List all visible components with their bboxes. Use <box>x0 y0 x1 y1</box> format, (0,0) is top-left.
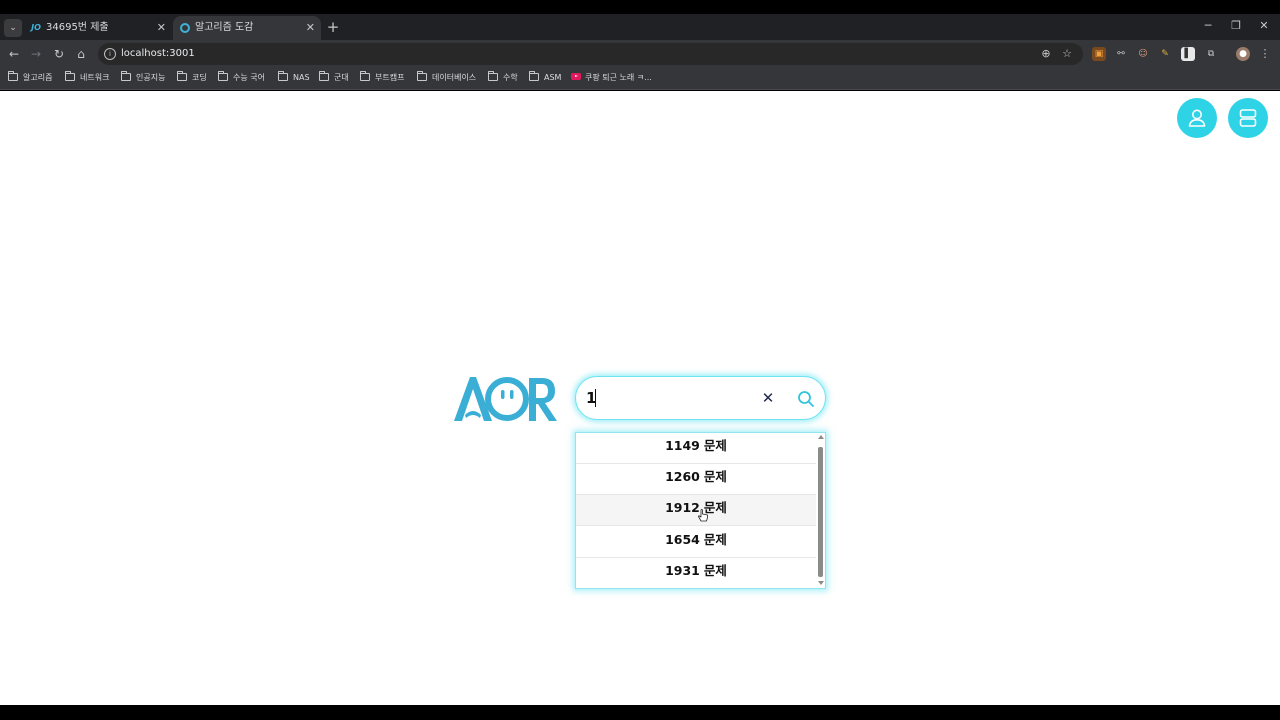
tab-title: 34695번 제출 <box>46 22 109 33</box>
scrollbar-thumb[interactable] <box>818 447 823 577</box>
bookmark-folder[interactable]: 코딩 <box>177 68 207 90</box>
bookmark-label: ASM <box>544 73 562 82</box>
hand-cursor-icon <box>698 509 708 522</box>
problem-number: 1149 <box>665 438 700 453</box>
tab-close-icon[interactable]: ✕ <box>157 16 166 40</box>
bookmark-label: 수학 <box>503 73 518 82</box>
extension-2-icon[interactable]: ⚯ <box>1114 47 1128 61</box>
folder-icon <box>121 71 131 81</box>
folder-icon <box>319 71 329 81</box>
bookmark-folder[interactable]: 수능 국어 <box>218 68 265 90</box>
server-menu-button[interactable] <box>1228 98 1268 138</box>
problem-number: 1912 <box>665 500 700 515</box>
tab-algorithm-dictionary[interactable]: 알고리즘 도감 ✕ <box>173 16 321 40</box>
problem-suffix: 문제 <box>703 563 727 578</box>
profile-button[interactable] <box>1177 98 1217 138</box>
youtube-icon <box>571 73 581 80</box>
search-icon[interactable] <box>796 389 816 409</box>
folder-icon <box>218 71 228 81</box>
bookmarks-bar: 알고리즘 네트워크 인공지능 코딩 수능 국어 NAS 군대 부트캠프 데이터베… <box>0 68 1280 90</box>
problem-search-box: ✕ <box>575 376 826 420</box>
tab-search-chevron-icon[interactable]: ⌄ <box>4 19 22 37</box>
window-close-icon[interactable]: ✕ <box>1256 18 1272 34</box>
new-tab-plus-icon[interactable]: + <box>326 19 340 35</box>
problem-suffix: 문제 <box>703 438 727 453</box>
suggestion-item[interactable]: 1654 문제 <box>576 527 816 558</box>
forward-arrow-icon[interactable]: → <box>27 45 45 63</box>
problem-number: 1654 <box>665 532 700 547</box>
bookmark-folder[interactable]: 부트캠프 <box>360 68 404 90</box>
zoom-icon[interactable]: ⊕ <box>1038 46 1054 62</box>
aor-logo <box>454 377 557 421</box>
tab-submission[interactable]: JO 34695번 제출 ✕ <box>24 16 172 40</box>
address-bar[interactable]: i localhost:3001 ⊕ ☆ <box>98 43 1083 65</box>
suggestion-item[interactable]: 1149 문제 <box>576 433 816 464</box>
browser-menu-icon[interactable]: ⋮ <box>1258 47 1272 61</box>
minimize-icon[interactable]: ─ <box>1200 18 1216 34</box>
bookmark-label: 인공지능 <box>136 73 166 82</box>
url-text[interactable]: localhost:3001 <box>121 43 195 65</box>
folder-icon <box>8 71 18 81</box>
extensions-puzzle-icon[interactable]: ⧉ <box>1204 47 1218 61</box>
extension-4-icon[interactable]: ✎ <box>1158 47 1172 61</box>
problem-suffix: 문제 <box>703 532 727 547</box>
scroll-up-arrow-icon[interactable] <box>818 435 824 439</box>
profile-avatar-icon[interactable]: ● <box>1236 47 1250 61</box>
bookmark-star-icon[interactable]: ☆ <box>1059 46 1075 62</box>
folder-icon <box>488 71 498 81</box>
extension-3-icon[interactable]: ☺ <box>1136 47 1150 61</box>
bookmark-folder[interactable]: 인공지능 <box>121 68 165 90</box>
folder-icon <box>529 71 539 81</box>
suggestion-item[interactable]: 1260 문제 <box>576 464 816 495</box>
extension-5-icon[interactable]: ▌ <box>1181 47 1195 61</box>
home-icon[interactable]: ⌂ <box>72 45 90 63</box>
screen: ⌄ JO 34695번 제출 ✕ 알고리즘 도감 ✕ + ─ ❐ ✕ ← → ↻… <box>0 0 1280 720</box>
bookmark-label: 쿠팡 퇴근 노래 ㅋ... <box>585 73 652 82</box>
bookmark-label: 데이터베이스 <box>432 73 477 82</box>
folder-icon <box>177 71 187 81</box>
bookmark-folder[interactable]: 데이터베이스 <box>417 68 476 90</box>
page-content: ✕ 1149문제 1260문제 1912문제 1654문제 1931문제 <box>0 91 1280 705</box>
site-info-icon[interactable]: i <box>104 48 116 60</box>
bookmark-label: NAS <box>293 73 310 82</box>
clear-search-x-icon[interactable]: ✕ <box>760 388 776 408</box>
folder-icon <box>65 71 75 81</box>
bookmark-label: 부트캠프 <box>375 73 405 82</box>
back-arrow-icon[interactable]: ← <box>5 45 23 63</box>
problem-number: 1931 <box>665 563 700 578</box>
browser-toolbar: ← → ↻ ⌂ i localhost:3001 ⊕ ☆ ▣ ⚯ ☺ ✎ ▌ ⧉… <box>0 40 1280 68</box>
folder-icon <box>360 71 370 81</box>
tab-close-icon[interactable]: ✕ <box>306 16 315 40</box>
tab-strip: ⌄ JO 34695번 제출 ✕ 알고리즘 도감 ✕ + ─ ❐ ✕ <box>0 14 1280 40</box>
problem-number: 1260 <box>665 469 700 484</box>
bookmark-folder[interactable]: 네트워크 <box>65 68 109 90</box>
bookmark-label: 코딩 <box>192 73 207 82</box>
bookmark-label: 수능 국어 <box>233 73 265 82</box>
bookmark-folder[interactable]: 수학 <box>488 68 518 90</box>
suggestion-item-hovered[interactable]: 1912 문제 <box>576 495 816 526</box>
bookmark-label: 알고리즘 <box>23 73 53 82</box>
tab-favicon: JO <box>31 23 41 32</box>
extension-1-icon[interactable]: ▣ <box>1092 47 1106 61</box>
folder-icon <box>278 71 288 81</box>
user-icon <box>1188 109 1206 127</box>
bookmark-folder[interactable]: 군대 <box>319 68 349 90</box>
search-input[interactable] <box>586 387 756 409</box>
text-caret <box>595 389 596 407</box>
server-icon <box>1239 109 1257 127</box>
bookmark-link[interactable]: 쿠팡 퇴근 노래 ㅋ... <box>571 68 652 90</box>
tab-favicon-ring-icon <box>180 23 190 33</box>
suggestion-item[interactable]: 1931 문제 <box>576 558 816 588</box>
folder-icon <box>417 71 427 81</box>
restore-icon[interactable]: ❐ <box>1228 18 1244 34</box>
bookmark-folder[interactable]: NAS <box>278 68 310 90</box>
bookmark-folder[interactable]: 알고리즘 <box>8 68 52 90</box>
scroll-down-arrow-icon[interactable] <box>818 581 824 585</box>
bookmark-folder[interactable]: ASM <box>529 68 561 90</box>
problem-suffix: 문제 <box>703 469 727 484</box>
bookmark-label: 군대 <box>334 73 349 82</box>
tab-title: 알고리즘 도감 <box>195 22 254 33</box>
reload-icon[interactable]: ↻ <box>50 45 68 63</box>
bookmark-label: 네트워크 <box>80 73 110 82</box>
